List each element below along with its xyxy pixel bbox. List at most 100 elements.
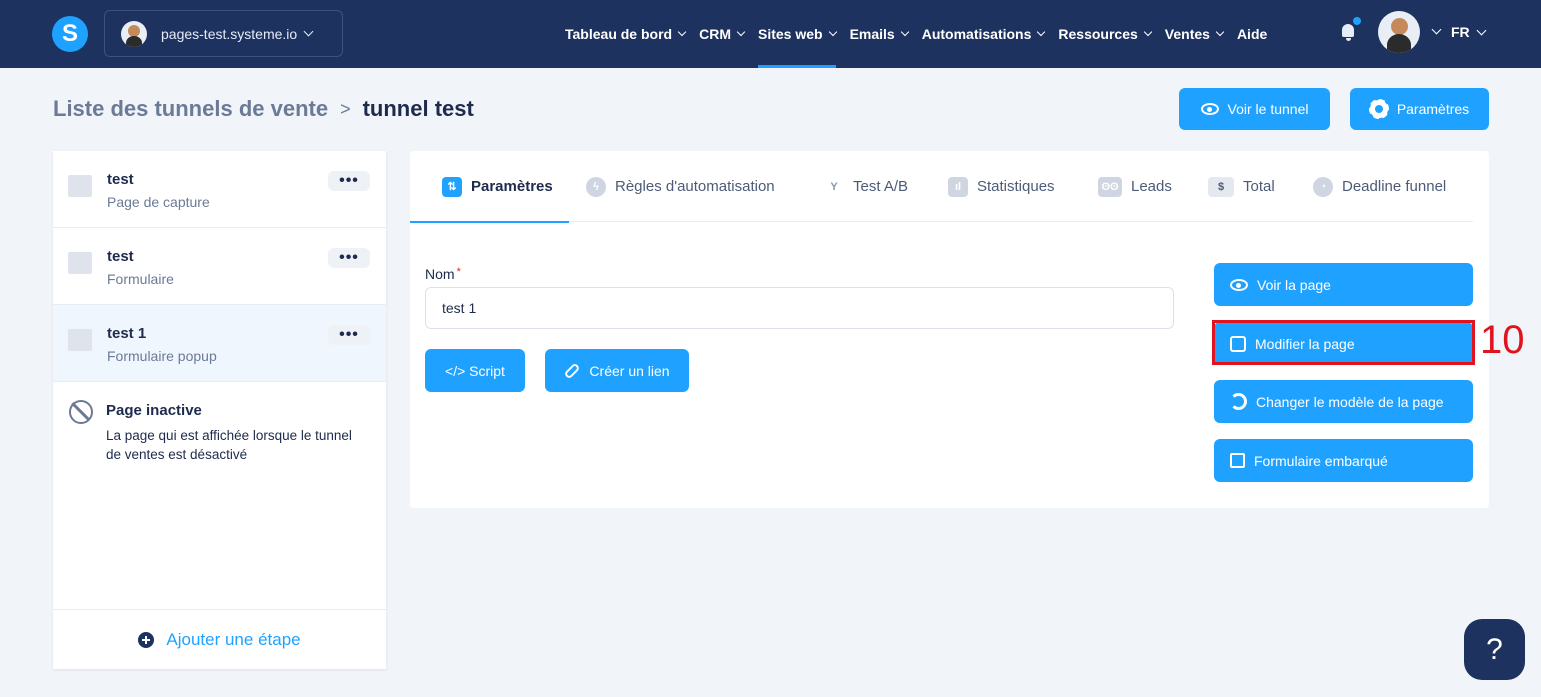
breadcrumb-current: tunnel test — [362, 96, 474, 121]
split-icon: Y — [830, 180, 838, 193]
nav-label: Aide — [1236, 26, 1268, 42]
systeme-logo[interactable]: S — [52, 16, 88, 52]
bell-icon[interactable] — [1339, 22, 1357, 42]
main-nav: Tableau de bord CRM Sites web Emails Aut… — [565, 0, 1281, 68]
view-page-button[interactable]: Voir la page — [1214, 263, 1473, 306]
nav-item-crm[interactable]: CRM — [699, 0, 746, 68]
chevron-down-icon — [1215, 27, 1225, 37]
nav-item-ventes[interactable]: Ventes — [1165, 0, 1225, 68]
step-item[interactable]: test Formulaire ••• — [53, 228, 386, 305]
nav-label: Sites web — [757, 26, 823, 42]
users-icon: ʘʘ — [1098, 176, 1122, 197]
button-label: Créer un lien — [589, 362, 670, 379]
tab-leads[interactable]: ʘʘ Leads — [1098, 151, 1172, 222]
notification-dot — [1353, 17, 1361, 25]
code-window-icon — [1230, 453, 1245, 468]
clock-icon: ◔ — [1313, 176, 1333, 197]
step-type: Formulaire popup — [107, 348, 217, 364]
tab-label: Règles d'automatisation — [615, 178, 775, 195]
step-item[interactable]: test Page de capture ••• — [53, 151, 386, 228]
nav-label: Automatisations — [921, 26, 1032, 42]
annotation-highlight-box — [1212, 320, 1475, 365]
funnel-steps-sidebar: test Page de capture ••• test Formulaire… — [53, 151, 386, 669]
capture-page-icon — [68, 175, 92, 197]
step-menu-button[interactable]: ••• — [328, 248, 370, 268]
tab-parametres[interactable]: ⇅ Paramètres — [410, 151, 569, 223]
nav-item-automatisations[interactable]: Automatisations — [921, 0, 1046, 68]
chevron-down-icon — [900, 27, 909, 37]
script-button[interactable]: </> Script — [425, 349, 525, 392]
tab-deadline-funnel[interactable]: ◔ Deadline funnel — [1313, 151, 1446, 222]
annotation-number: 10 — [1480, 318, 1525, 362]
language-selector[interactable]: FR — [1451, 24, 1487, 40]
inactive-page-title: Page inactive — [106, 402, 202, 419]
tab-regles-automatisation[interactable]: ϟ Règles d'automatisation — [586, 151, 775, 222]
step-type: Formulaire — [107, 271, 174, 287]
change-template-button[interactable]: Changer le modèle de la page — [1214, 380, 1473, 423]
funnel-settings-button[interactable]: Paramètres — [1350, 88, 1489, 130]
nav-item-aide[interactable]: Aide — [1237, 0, 1267, 68]
chevron-down-icon — [828, 27, 837, 37]
refresh-icon — [1230, 393, 1247, 410]
site-avatar-icon — [121, 20, 147, 47]
name-label-text: Nom — [425, 266, 455, 282]
chevron-down-icon — [303, 26, 314, 37]
ban-icon — [69, 400, 93, 424]
nav-label: Ressources — [1058, 26, 1138, 42]
tab-label: Deadline funnel — [1342, 178, 1447, 195]
dollar-icon: $ — [1208, 176, 1234, 197]
button-label: Formulaire embarqué — [1254, 452, 1388, 469]
site-switcher[interactable]: pages-test.systeme.io — [104, 10, 343, 57]
nav-label: Tableau de bord — [565, 26, 673, 42]
inactive-page-description: La page qui est affichée lorsque le tunn… — [106, 428, 352, 462]
top-navigation-bar: S pages-test.systeme.io Tableau de bord … — [0, 0, 1541, 68]
tab-test-ab[interactable]: Y Test A/B — [824, 151, 908, 222]
language-label: FR — [1451, 24, 1470, 40]
nav-label: Emails — [849, 26, 895, 42]
button-label: </> Script — [445, 362, 505, 379]
nav-item-sites-web[interactable]: Sites web — [757, 0, 837, 68]
button-label: Paramètres — [1396, 101, 1470, 117]
link-icon — [563, 362, 581, 379]
breadcrumb-separator-icon: > — [340, 98, 351, 119]
step-menu-button[interactable]: ••• — [328, 171, 370, 191]
button-label: Voir la page — [1257, 276, 1331, 293]
user-avatar[interactable] — [1378, 11, 1420, 53]
step-menu-button[interactable]: ••• — [328, 325, 370, 345]
tab-total[interactable]: $ Total — [1208, 151, 1275, 222]
step-title: test — [107, 171, 134, 188]
lightning-icon: ϟ — [586, 176, 606, 197]
name-field-label: Nom * — [425, 266, 461, 282]
step-title: test 1 — [107, 325, 147, 342]
popup-page-icon — [68, 329, 92, 351]
plus-circle-icon — [138, 631, 155, 648]
chevron-down-icon[interactable] — [1431, 24, 1442, 35]
step-type: Page de capture — [107, 194, 210, 210]
form-page-icon — [68, 252, 92, 274]
tab-label: Leads — [1131, 178, 1172, 195]
chevron-down-icon — [736, 27, 746, 37]
button-label: Voir le tunnel — [1227, 101, 1309, 117]
create-link-button[interactable]: Créer un lien — [545, 349, 689, 392]
chevron-down-icon — [1143, 27, 1153, 37]
add-step-button[interactable]: Ajouter une étape — [53, 609, 386, 669]
tab-bar: ⇅ Paramètres ϟ Règles d'automatisation Y Te… — [410, 151, 1473, 223]
view-funnel-button[interactable]: Voir le tunnel — [1179, 88, 1330, 130]
nav-item-ressources[interactable]: Ressources — [1058, 0, 1153, 68]
name-input[interactable] — [425, 287, 1174, 329]
eye-icon — [1230, 278, 1248, 291]
chevron-down-icon — [1476, 25, 1487, 35]
breadcrumb-funnel-list-link[interactable]: Liste des tunnels de vente — [53, 96, 328, 122]
chevron-down-icon — [1037, 27, 1046, 37]
tab-label: Total — [1243, 178, 1275, 195]
nav-item-emails[interactable]: Emails — [849, 0, 909, 68]
tab-statistiques[interactable]: ıl Statistiques — [948, 151, 1055, 222]
embedded-form-button[interactable]: Formulaire embarqué — [1214, 439, 1473, 482]
nav-item-tableau-de-bord[interactable]: Tableau de bord — [565, 0, 687, 68]
nav-label: CRM — [699, 26, 731, 42]
step-item-selected[interactable]: test 1 Formulaire popup ••• — [53, 305, 386, 382]
site-name: pages-test.systeme.io — [161, 25, 298, 42]
breadcrumb: Liste des tunnels de vente > tunnel test — [53, 96, 474, 122]
add-step-label: Ajouter une étape — [166, 629, 301, 649]
help-button[interactable]: ? — [1464, 619, 1525, 680]
